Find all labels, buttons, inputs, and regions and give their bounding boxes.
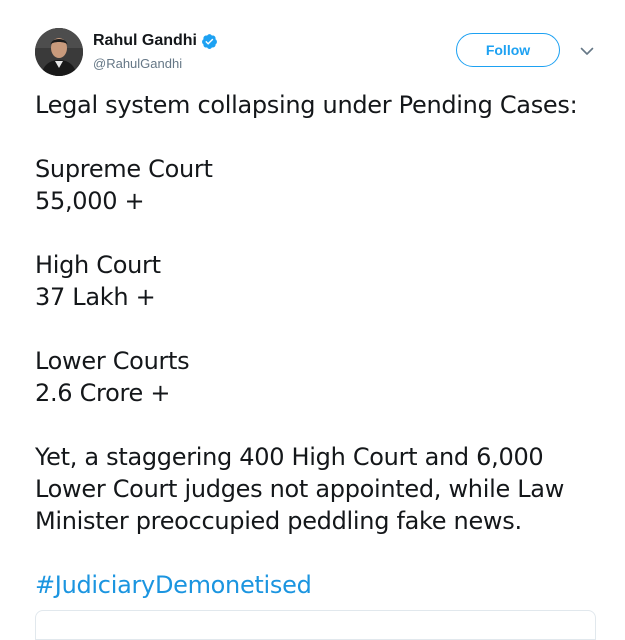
court-name: High Court (35, 251, 161, 279)
media-card[interactable] (35, 610, 596, 640)
verified-badge-icon (202, 33, 217, 49)
profile-photo-icon (35, 28, 83, 76)
case-count: 55,000 + (35, 187, 145, 215)
avatar[interactable] (35, 28, 83, 76)
case-count: 2.6 Crore + (35, 379, 171, 407)
tweet-closing-line: Minister preoccupied peddling fake news. (35, 507, 522, 535)
chevron-down-icon[interactable] (578, 42, 596, 60)
court-name: Supreme Court (35, 155, 213, 183)
court-name: Lower Courts (35, 347, 190, 375)
case-count: 37 Lakh + (35, 283, 156, 311)
tweet-intro: Legal system collapsing under Pending Ca… (35, 91, 578, 119)
hashtag-link[interactable]: #JudiciaryDemonetised (35, 571, 312, 599)
tweet-closing-line: Yet, a staggering 400 High Court and 6,0… (35, 443, 544, 471)
follow-button[interactable]: Follow (456, 33, 560, 67)
author-handle[interactable]: @RahulGandhi (93, 56, 182, 71)
author-name[interactable]: Rahul Gandhi (93, 32, 197, 50)
tweet: Rahul Gandhi @RahulGandhi Follow Legal s… (0, 0, 625, 640)
author-name-row[interactable]: Rahul Gandhi (93, 32, 218, 50)
tweet-text: Legal system collapsing under Pending Ca… (35, 89, 605, 601)
tweet-closing-line: Lower Court judges not appointed, while … (35, 475, 565, 503)
